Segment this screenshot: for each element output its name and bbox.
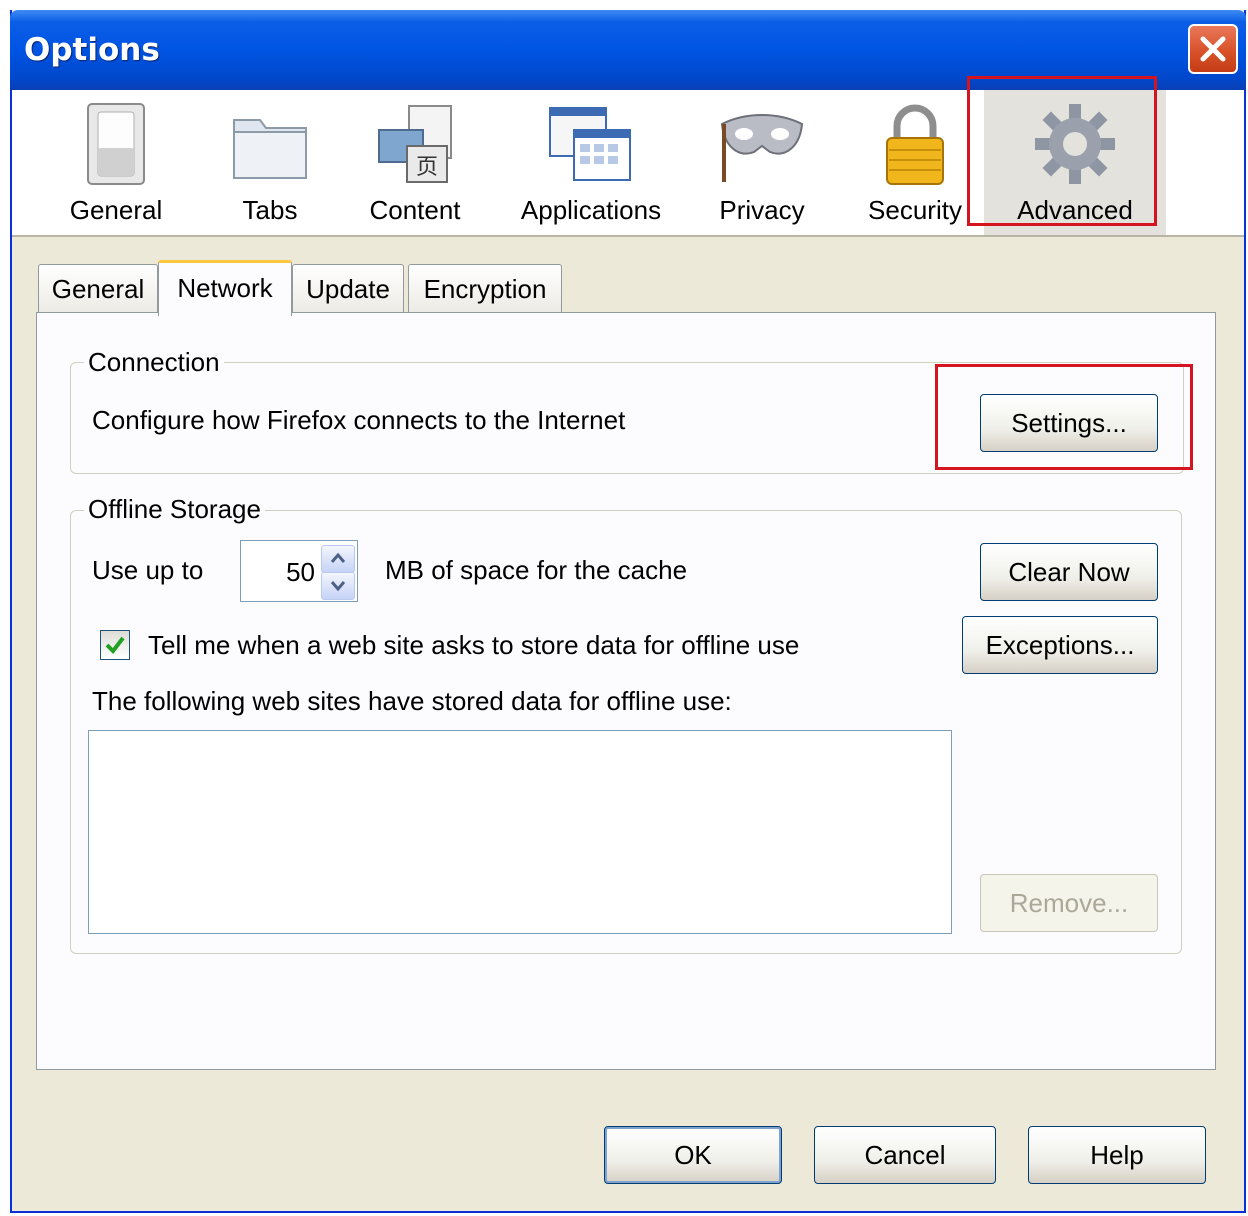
pane-content[interactable]: 页 Content: [348, 90, 482, 235]
spin-up-button[interactable]: [321, 545, 355, 573]
tab-encryption[interactable]: Encryption: [408, 264, 562, 312]
pane-privacy[interactable]: Privacy: [702, 90, 822, 235]
connection-description: Configure how Firefox connects to the In…: [92, 405, 626, 435]
pane-general[interactable]: General: [56, 90, 176, 235]
pane-label: Content: [369, 195, 461, 225]
exceptions-label: Exceptions...: [985, 630, 1135, 660]
stored-sites-label: The following web sites have stored data…: [92, 686, 732, 716]
chevron-down-icon: [322, 581, 354, 603]
pane-label: General: [69, 195, 163, 225]
offline-notify-label[interactable]: Tell me when a web site asks to store da…: [148, 630, 799, 661]
clear-now-label: Clear Now: [1008, 557, 1130, 587]
close-button[interactable]: [1188, 24, 1238, 74]
advanced-subtabs: General Network Update Encryption: [38, 260, 598, 316]
connection-caption: Connection: [84, 347, 224, 378]
applications-window-icon: [546, 102, 636, 190]
pane-label: Tabs: [242, 195, 298, 225]
settings-highlight-box: [935, 364, 1193, 470]
pane-label: Security: [868, 195, 962, 225]
window-title: Options: [24, 32, 160, 68]
pane-label: Applications: [520, 195, 662, 225]
padlock-icon: [879, 102, 951, 194]
offline-storage-caption: Offline Storage: [84, 494, 265, 525]
pane-tabs[interactable]: Tabs: [212, 90, 328, 235]
tab-network[interactable]: Network: [158, 260, 292, 316]
help-button[interactable]: Help: [1028, 1126, 1206, 1184]
cache-size-value[interactable]: 50: [241, 557, 315, 588]
advanced-highlight-box: [967, 76, 1157, 226]
folder-tabs-icon: [228, 102, 312, 190]
privacy-mask-icon: [716, 102, 808, 190]
remove-label: Remove...: [1009, 888, 1129, 918]
cache-size-spinner[interactable]: 50: [240, 540, 358, 602]
remove-button[interactable]: Remove...: [980, 874, 1158, 932]
use-up-to-label: Use up to: [92, 555, 204, 585]
content-page-icon: 页: [373, 102, 457, 190]
ok-label: OK: [674, 1140, 712, 1170]
checkmark-icon: [101, 636, 129, 663]
spin-down-button[interactable]: [321, 572, 355, 600]
cache-suffix-label: MB of space for the cache: [385, 555, 688, 585]
cancel-button[interactable]: Cancel: [814, 1126, 996, 1184]
pane-label: Privacy: [719, 195, 805, 225]
clear-now-button[interactable]: Clear Now: [980, 543, 1158, 601]
offline-notify-checkbox[interactable]: [100, 630, 130, 660]
svg-text:页: 页: [416, 155, 438, 180]
tab-update[interactable]: Update: [292, 264, 404, 312]
general-switch-icon: [84, 102, 148, 190]
stored-sites-list[interactable]: [88, 730, 952, 934]
tab-general[interactable]: General: [38, 264, 158, 312]
pane-applications[interactable]: Applications: [506, 90, 676, 235]
ok-button[interactable]: OK: [604, 1126, 782, 1184]
cancel-label: Cancel: [864, 1140, 946, 1170]
exceptions-button[interactable]: Exceptions...: [962, 616, 1158, 674]
pane-security[interactable]: Security: [848, 90, 982, 235]
help-label: Help: [1090, 1140, 1144, 1170]
